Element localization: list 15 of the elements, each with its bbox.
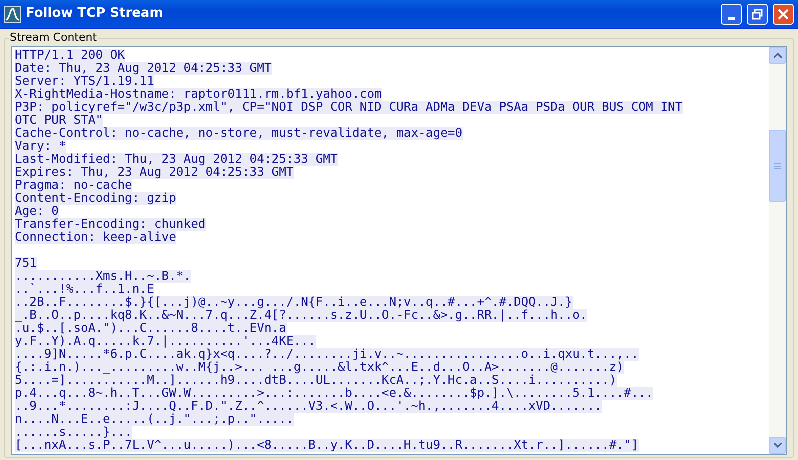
restore-button[interactable] [747,4,768,24]
scroll-thumb[interactable] [769,130,786,202]
grip-icon [774,162,781,170]
scroll-up-button[interactable] [769,47,786,64]
minimize-button[interactable] [721,4,742,24]
restore-icon [752,8,763,20]
close-button[interactable] [773,4,794,24]
close-icon [778,8,789,20]
minimize-icon [728,16,735,20]
group-label: Stream Content [9,31,98,44]
window-title: Follow TCP Stream [26,5,164,24]
scroll-down-button[interactable] [769,437,786,454]
wave-icon [4,6,21,22]
scrollbar[interactable] [769,47,786,454]
stream-text-area[interactable] [11,46,787,455]
